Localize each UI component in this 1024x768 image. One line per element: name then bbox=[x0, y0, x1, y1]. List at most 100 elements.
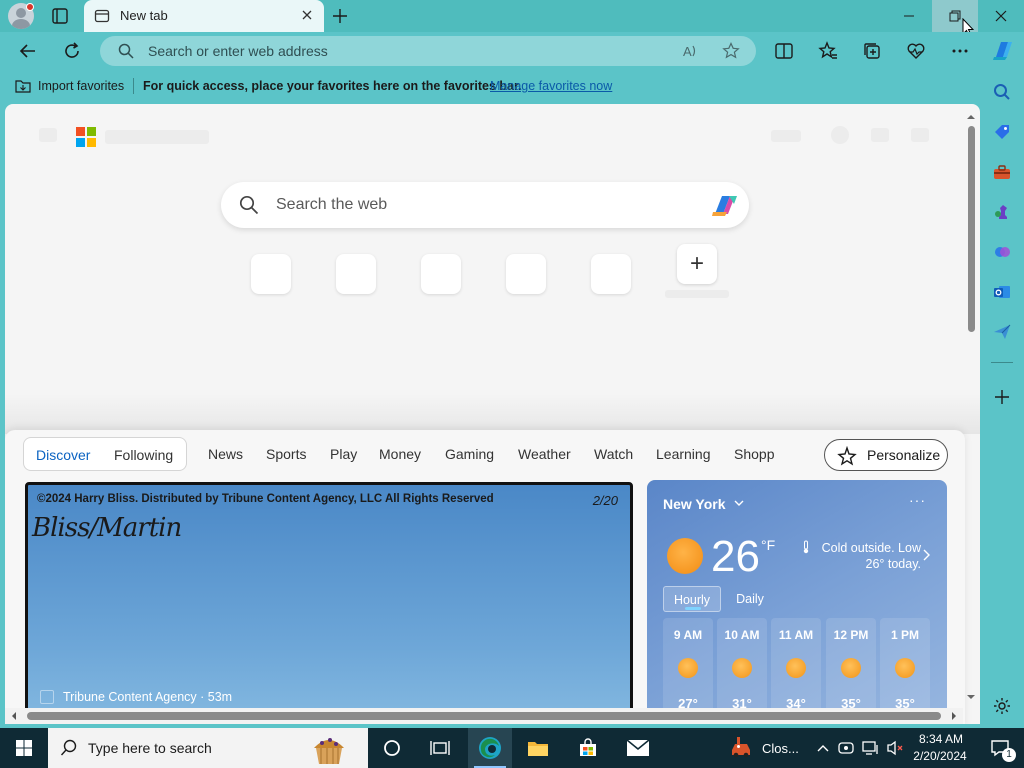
close-window-button[interactable] bbox=[978, 0, 1024, 32]
active-tab-indicator bbox=[685, 607, 701, 610]
chevron-down-icon[interactable] bbox=[733, 498, 745, 508]
start-button[interactable] bbox=[0, 728, 48, 768]
task-view-button[interactable] bbox=[418, 728, 462, 768]
web-search-box[interactable]: Search the web bbox=[221, 182, 749, 228]
tab-actions-menu[interactable] bbox=[48, 6, 72, 26]
notifications-icon[interactable] bbox=[871, 128, 889, 142]
taskbar-clock-date[interactable]: 2/20/2024 bbox=[910, 749, 970, 763]
comic-date: 2/20 bbox=[592, 493, 618, 508]
sidebar-settings-button[interactable] bbox=[991, 695, 1013, 717]
quick-link-tile[interactable] bbox=[421, 254, 461, 294]
category-weather[interactable]: Weather bbox=[518, 446, 571, 462]
category-news[interactable]: News bbox=[208, 446, 243, 462]
news-feed: Discover Following News Sports Play Mone… bbox=[5, 430, 965, 724]
meet-now-icon[interactable] bbox=[838, 741, 854, 755]
svg-text:A: A bbox=[683, 44, 692, 59]
personalize-label: Personalize bbox=[867, 447, 941, 463]
scroll-up-arrow-icon[interactable] bbox=[964, 112, 978, 122]
favorites-bar: Import favorites For quick access, place… bbox=[0, 72, 980, 100]
page-settings-icon[interactable] bbox=[911, 128, 929, 142]
scroll-down-arrow-icon[interactable] bbox=[964, 692, 978, 702]
taskbar-file-explorer-button[interactable] bbox=[516, 728, 560, 768]
cortana-button[interactable] bbox=[370, 728, 414, 768]
weather-city[interactable]: New York bbox=[663, 496, 726, 512]
taskbar-weather-widget[interactable] bbox=[726, 728, 758, 768]
restore-icon bbox=[949, 10, 961, 22]
manage-favorites-link[interactable]: Manage favorites now bbox=[490, 79, 612, 93]
category-play[interactable]: Play bbox=[330, 446, 357, 462]
horizontal-scroll-thumb[interactable] bbox=[27, 712, 941, 720]
copilot-button[interactable] bbox=[990, 37, 1016, 63]
favorites-button[interactable] bbox=[817, 40, 839, 62]
split-screen-button[interactable] bbox=[773, 40, 795, 62]
comic-card[interactable]: ©2024 Harry Bliss. Distributed by Tribun… bbox=[25, 482, 633, 722]
sidebar-add-button[interactable] bbox=[991, 386, 1013, 408]
tab-discover[interactable]: Discover bbox=[36, 447, 90, 463]
search-icon bbox=[60, 739, 77, 756]
quick-link-tile[interactable] bbox=[251, 254, 291, 294]
sidebar-outlook-button[interactable] bbox=[991, 281, 1013, 303]
tab-daily-label: Daily bbox=[736, 592, 764, 606]
copilot-icon[interactable] bbox=[709, 192, 741, 218]
scroll-left-arrow-icon[interactable] bbox=[9, 708, 19, 724]
category-watch[interactable]: Watch bbox=[594, 446, 633, 462]
scroll-right-arrow-icon[interactable] bbox=[949, 708, 959, 724]
weather-more-button[interactable]: ··· bbox=[909, 492, 926, 508]
tab-new-tab[interactable]: New tab bbox=[84, 0, 324, 32]
horizontal-scrollbar[interactable] bbox=[5, 708, 963, 724]
taskbar-search-box[interactable]: Type here to search bbox=[48, 728, 368, 768]
back-button[interactable] bbox=[17, 40, 39, 62]
sunny-icon bbox=[732, 658, 752, 678]
quick-link-tile[interactable] bbox=[506, 254, 546, 294]
personalize-button[interactable]: Personalize bbox=[824, 439, 948, 471]
plus-icon bbox=[333, 9, 347, 23]
weather-card[interactable]: New York ··· 26 °F Cold outside. Low 26° … bbox=[647, 480, 947, 724]
search-icon bbox=[239, 195, 259, 215]
taskbar-store-button[interactable] bbox=[566, 728, 610, 768]
taskbar-edge-button[interactable] bbox=[468, 728, 512, 768]
collections-button[interactable] bbox=[861, 40, 883, 62]
vertical-scroll-thumb[interactable] bbox=[968, 126, 975, 332]
taskbar-mail-button[interactable] bbox=[616, 728, 660, 768]
sidebar-games-button[interactable] bbox=[991, 201, 1013, 223]
app-launcher-icon[interactable] bbox=[39, 128, 57, 142]
chevron-right-icon[interactable] bbox=[921, 548, 931, 562]
sidebar-tools-button[interactable] bbox=[991, 161, 1013, 183]
refresh-button[interactable] bbox=[61, 40, 83, 62]
close-tab-icon[interactable] bbox=[300, 8, 314, 27]
read-aloud-icon[interactable]: A bbox=[682, 42, 700, 60]
new-tab-button[interactable] bbox=[330, 6, 350, 26]
add-shortcut-button[interactable]: + bbox=[677, 244, 717, 284]
category-money[interactable]: Money bbox=[379, 446, 421, 462]
sidebar-shopping-button[interactable] bbox=[991, 121, 1013, 143]
browser-essentials-button[interactable] bbox=[905, 40, 927, 62]
favorites-star-icon bbox=[818, 41, 837, 59]
minimize-button[interactable] bbox=[886, 0, 932, 32]
tab-hourly[interactable]: Hourly bbox=[663, 586, 721, 612]
tab-following[interactable]: Following bbox=[114, 447, 173, 463]
taskbar-weather-label[interactable]: Clos... bbox=[762, 741, 799, 756]
sidebar-drop-button[interactable] bbox=[991, 321, 1013, 343]
quick-link-tile[interactable] bbox=[591, 254, 631, 294]
chevron-up-icon[interactable] bbox=[816, 743, 830, 753]
network-icon[interactable] bbox=[862, 740, 880, 756]
settings-more-button[interactable] bbox=[949, 40, 971, 62]
sign-in-placeholder[interactable] bbox=[771, 130, 801, 142]
category-sports[interactable]: Sports bbox=[266, 446, 306, 462]
sidebar-copilot-designer-button[interactable] bbox=[991, 241, 1013, 263]
import-favorites-icon[interactable] bbox=[14, 78, 32, 94]
taskbar-clock-time[interactable]: 8:34 AM bbox=[914, 732, 968, 746]
add-favorite-star-icon[interactable] bbox=[722, 42, 740, 60]
category-shopping[interactable]: Shopp bbox=[734, 446, 774, 462]
tab-daily[interactable]: Daily bbox=[725, 586, 775, 612]
vertical-scrollbar[interactable] bbox=[964, 112, 978, 702]
category-gaming[interactable]: Gaming bbox=[445, 446, 494, 462]
rewards-icon[interactable] bbox=[831, 126, 849, 144]
address-bar[interactable]: Search or enter web address A bbox=[100, 36, 756, 66]
import-favorites-button[interactable]: Import favorites bbox=[38, 79, 124, 93]
quick-link-tile[interactable] bbox=[336, 254, 376, 294]
action-center-button[interactable]: 1 bbox=[980, 728, 1020, 768]
sidebar-search-button[interactable] bbox=[991, 81, 1013, 103]
category-learning[interactable]: Learning bbox=[656, 446, 711, 462]
volume-muted-icon[interactable] bbox=[886, 740, 904, 756]
